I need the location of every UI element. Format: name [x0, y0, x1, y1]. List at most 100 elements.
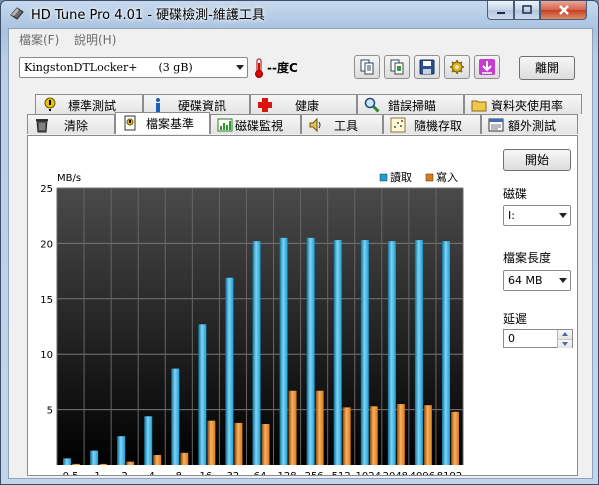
tab-label: 磁碟監視	[235, 119, 284, 133]
y-tick-label: 25	[40, 184, 53, 195]
menu-bar: 檔案(F) 說明(H)	[9, 29, 592, 48]
copy-text-icon	[360, 59, 374, 75]
x-tick-label: 2	[121, 471, 127, 475]
thermometer-icon	[255, 58, 263, 78]
health-cross-icon	[258, 98, 272, 112]
toolbar: KingstonDTLocker+ (3 gB) --度C 離開	[9, 49, 592, 87]
menu-help[interactable]: 說明(H)	[74, 31, 116, 48]
maximize-icon	[522, 5, 532, 14]
disk-label: 磁碟	[503, 187, 528, 201]
tab-tools[interactable]: 工具	[301, 114, 383, 134]
speaker-icon	[309, 117, 321, 133]
client-area: 檔案(F) 說明(H) KingstonDTLocker+ (3 gB) --度…	[8, 28, 593, 479]
tab-row-top: 標準測試 硬碟資訊 健康 錯誤掃瞄 資料夾使用率	[35, 94, 582, 114]
legend-label: 讀取	[390, 170, 412, 184]
tab-label: 額外測試	[508, 119, 557, 133]
spin-down-button[interactable]	[557, 339, 572, 348]
minimize-button[interactable]	[487, 1, 514, 20]
bar-read	[144, 416, 153, 465]
arrow-down-icon	[562, 342, 568, 346]
magnifier-icon	[364, 97, 380, 113]
close-button[interactable]	[540, 1, 587, 20]
file-length-label: 檔案長度	[503, 251, 552, 265]
x-tick-label: 2048	[383, 471, 408, 475]
tab-extra-tests[interactable]: 額外測試	[481, 114, 578, 134]
tab-label: 資料夾使用率	[491, 99, 564, 113]
title-bar[interactable]: HD Tune Pro 4.01 - 硬碟檢測-維護工具	[1, 1, 598, 25]
x-tick-label: 4096	[410, 471, 435, 475]
tab-file-benchmark[interactable]: 檔案基準	[115, 112, 210, 134]
exit-button[interactable]: 離開	[519, 56, 575, 80]
x-tick-label: 8	[176, 471, 182, 475]
y-tick-label: 15	[40, 295, 53, 306]
drive-select[interactable]: KingstonDTLocker+ (3 gB)	[19, 57, 248, 78]
y-axis-label: MB/s	[57, 173, 81, 184]
file-length-select-value: 64 MB	[508, 274, 543, 287]
delay-spinner[interactable]: 0	[503, 329, 573, 348]
tab-label: 健康	[295, 99, 320, 113]
x-tick-label: 128	[278, 471, 297, 475]
save-button[interactable]	[414, 55, 440, 79]
window-title: HD Tune Pro 4.01 - 硬碟檢測-維護工具	[31, 8, 265, 23]
trash-icon	[36, 119, 48, 133]
tab-label: 清除	[64, 119, 89, 133]
chevron-down-icon	[559, 278, 567, 283]
options-button[interactable]	[444, 55, 470, 79]
close-icon	[558, 5, 569, 15]
bar-read	[414, 240, 423, 465]
tab-label: 工具	[334, 119, 359, 133]
bar-read	[198, 324, 207, 465]
copy-text-button[interactable]	[354, 55, 380, 79]
tab-label: 隨機存取	[414, 119, 463, 133]
x-tick-label: 64	[254, 471, 267, 475]
hd-tune-icon	[10, 7, 24, 20]
tab-random-access[interactable]: 隨機存取	[383, 114, 481, 134]
info-icon	[156, 98, 160, 112]
bar-read	[306, 237, 315, 465]
folder-icon	[471, 100, 487, 112]
download-icon	[479, 59, 495, 75]
bar-write	[234, 422, 243, 465]
bar-write	[369, 406, 378, 465]
legend-swatch	[379, 173, 388, 182]
options-icon	[450, 60, 464, 74]
tab-info[interactable]: 硬碟資訊	[143, 94, 250, 114]
random-access-icon	[390, 117, 406, 133]
disk-select[interactable]: I:	[503, 205, 571, 226]
bar-read	[333, 240, 342, 465]
tab-label: 錯誤掃瞄	[388, 99, 437, 113]
bar-write	[288, 390, 297, 465]
bar-read	[63, 458, 71, 465]
copy-screen-button[interactable]	[384, 55, 410, 79]
tab-erase[interactable]: 清除	[27, 114, 115, 134]
bar-read	[387, 241, 396, 465]
legend-swatch	[425, 173, 434, 182]
file-benchmark-chart: 5 10 15 20 25 MB/s 0.5 1 2 4 8 16 32 64 128 256 512 10242…	[40, 170, 464, 475]
bar-write	[207, 420, 216, 465]
tab-label: 標準測試	[68, 99, 117, 113]
tab-health[interactable]: 健康	[250, 94, 357, 114]
disk-monitor-icon	[217, 118, 233, 132]
minimize-icon	[496, 12, 505, 14]
tab-folder-usage[interactable]: 資料夾使用率	[464, 94, 582, 114]
bar-read	[90, 450, 99, 465]
app-window: HD Tune Pro 4.01 - 硬碟檢測-維護工具 檔案(F) 說明(H)…	[0, 0, 599, 485]
legend-label: 寫入	[436, 170, 458, 184]
y-tick-label: 10	[40, 350, 53, 361]
chevron-down-icon	[236, 65, 244, 70]
tab-disk-monitor[interactable]: 磁碟監視	[210, 114, 301, 134]
download-button[interactable]	[474, 55, 500, 79]
delay-label: 延遲	[503, 312, 528, 326]
start-button[interactable]: 開始	[503, 149, 571, 171]
exclamation-icon	[44, 97, 56, 111]
spin-up-button[interactable]	[557, 330, 572, 339]
tab-benchmark[interactable]: 標準測試	[35, 94, 143, 114]
file-benchmark-panel: 5 10 15 20 25 MB/s 0.5 1 2 4 8 16 32 64 128 256 512 10242…	[27, 135, 578, 476]
tab-error-scan[interactable]: 錯誤掃瞄	[357, 94, 464, 114]
file-length-select[interactable]: 64 MB	[503, 270, 571, 291]
bar-read	[360, 240, 369, 465]
maximize-button[interactable]	[514, 1, 540, 20]
bar-write	[126, 461, 135, 465]
menu-file[interactable]: 檔案(F)	[19, 31, 59, 48]
x-tick-label: 8192	[437, 471, 462, 475]
